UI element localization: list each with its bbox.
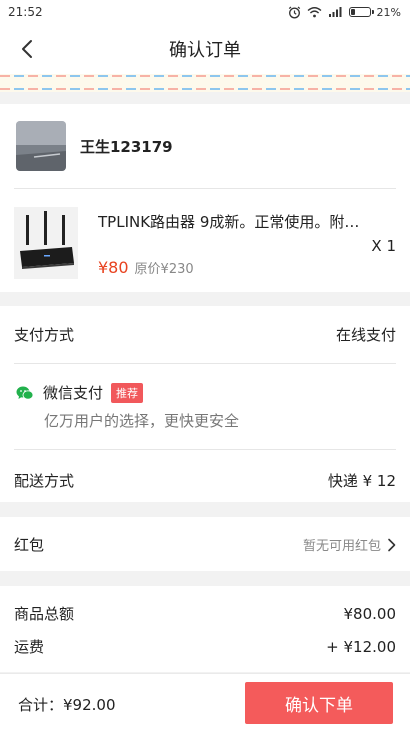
avatar[interactable]: [16, 121, 66, 171]
shipping-value: + ¥12.00: [326, 637, 396, 656]
totals-section: 商品总额 ¥80.00 运费 + ¥12.00: [0, 586, 410, 672]
address-stripe-top: [0, 75, 410, 77]
battery-percent: 21%: [376, 5, 401, 19]
avatar-photo: [16, 121, 66, 171]
product-card[interactable]: TPLINK路由器 9成新。正常使用。附送电源 X 1 ¥80 原价¥230: [0, 188, 410, 292]
payment-method-value: 在线支付: [335, 326, 396, 344]
router-image: [14, 207, 78, 279]
chevron-left-icon: [22, 40, 32, 58]
goods-total-value: ¥80.00: [343, 604, 397, 623]
recommend-badge: 推荐: [111, 382, 144, 403]
price-original: 原价¥230: [134, 262, 194, 277]
wechat-pay-option[interactable]: 微信支付 推荐: [16, 382, 144, 403]
product-title: TPLINK路由器 9成新。正常使用。附送电源: [98, 213, 368, 231]
battery-fill: [350, 9, 355, 15]
status-bar: 21:52 21%: [0, 0, 410, 24]
payment-section: 支付方式 在线支付 微信支付 推荐 亿万用户的选择，更快更安全 配送方式 快递 …: [0, 306, 410, 502]
checkout-footer: 合计：¥92.00 确认下单: [0, 673, 410, 730]
wechat-icon: [16, 386, 34, 400]
payment-method-row[interactable]: 支付方式 在线支付: [14, 324, 396, 345]
shipping-label: 运费: [14, 638, 45, 656]
red-packet-value-group: 暂无可用红包: [303, 535, 396, 554]
wifi-icon: [307, 7, 321, 18]
goods-total-label: 商品总额: [14, 605, 75, 623]
red-packet-value: 暂无可用红包: [302, 539, 381, 554]
payment-method-label: 支付方式: [14, 326, 75, 344]
address-strip: [0, 74, 410, 92]
alarm-icon: [288, 6, 300, 18]
red-packet-label: 红包: [14, 536, 45, 554]
order-total: 合计：¥92.00: [18, 696, 116, 714]
status-icons: 21%: [288, 6, 401, 19]
nav-bar: 确认订单: [0, 24, 410, 74]
divider: [14, 449, 396, 450]
wechat-pay-label: 微信支付: [43, 384, 104, 402]
product-image: [14, 207, 78, 279]
goods-total-row: 商品总额 ¥80.00: [14, 603, 396, 624]
seller-name: 王生123179: [80, 137, 173, 156]
delivery-value: 快递 ¥ 12: [327, 472, 396, 490]
address-stripe-bottom: [0, 88, 410, 90]
wechat-pay-description: 亿万用户的选择，更快更安全: [44, 412, 240, 430]
confirm-order-button[interactable]: 确认下单: [245, 682, 393, 724]
delivery-label: 配送方式: [14, 472, 75, 490]
price-current: ¥80: [98, 258, 129, 277]
divider: [14, 363, 396, 364]
product-quantity: X 1: [371, 237, 396, 255]
seller-card: 王生123179: [0, 104, 410, 188]
page-title: 确认订单: [169, 40, 241, 61]
divider: [14, 188, 396, 189]
battery-icon: [348, 7, 374, 17]
signal-icon: [328, 7, 342, 17]
delivery-method-row[interactable]: 配送方式 快递 ¥ 12: [14, 470, 396, 491]
status-time: 21:52: [8, 5, 43, 19]
product-price: ¥80 原价¥230: [98, 258, 194, 277]
red-packet-section[interactable]: 红包 暂无可用红包: [0, 517, 410, 571]
shipping-row: 运费 + ¥12.00: [14, 636, 396, 657]
chevron-right-icon: [388, 538, 396, 551]
red-packet-row[interactable]: 红包 暂无可用红包: [14, 534, 396, 555]
back-button[interactable]: [12, 34, 42, 64]
